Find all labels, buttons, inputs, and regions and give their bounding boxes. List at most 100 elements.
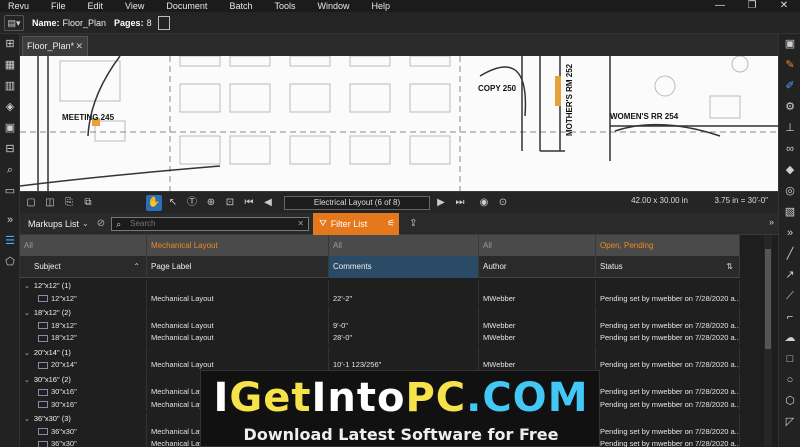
polylength-tool-icon[interactable]: ⌐: [779, 307, 800, 328]
clear-search-icon[interactable]: ✕: [297, 218, 304, 230]
bookmarks-icon[interactable]: ▦: [0, 55, 20, 76]
photo-icon[interactable]: ▧: [779, 202, 800, 223]
menu-tools[interactable]: Tools: [274, 1, 295, 11]
drawing-canvas[interactable]: MEETING 245 COPY 250 MOTHER'S RM 252 WOM…: [20, 56, 778, 191]
ellipse-tool-icon[interactable]: ○: [779, 370, 800, 391]
split-view-icon[interactable]: ◫: [42, 195, 58, 211]
first-page-icon[interactable]: ⏮: [241, 195, 257, 211]
select-tool-icon[interactable]: ↖: [165, 195, 181, 211]
expand-left-icon[interactable]: »: [0, 210, 20, 231]
menu-view[interactable]: View: [125, 1, 144, 11]
studio-icon[interactable]: ◎: [779, 181, 800, 202]
filter-page-label[interactable]: Mechanical Layout: [147, 235, 329, 256]
thumbnails-icon[interactable]: ⊞: [0, 34, 20, 55]
tool-chest-icon[interactable]: ▣: [0, 118, 20, 139]
expand-right-icon[interactable]: »: [779, 223, 800, 244]
highlighter-icon[interactable]: ✐: [779, 76, 800, 97]
pan-tool-icon[interactable]: ✋: [146, 194, 162, 211]
toolbox-icon[interactable]: ⊟: [0, 139, 20, 160]
page-scale[interactable]: 3.75 in = 30'-0": [714, 196, 768, 205]
filter-status[interactable]: Open, Pending: [596, 235, 740, 256]
page-icon[interactable]: [157, 15, 170, 30]
settings-icon[interactable]: ⚙: [779, 97, 800, 118]
chevron-down-icon[interactable]: ⌄: [82, 219, 89, 228]
callout-tool-icon[interactable]: ◸: [779, 412, 800, 433]
markups-list-title[interactable]: Markups List: [28, 219, 79, 229]
group-row[interactable]: ⌄ 20"x14" (1): [20, 346, 740, 359]
expand-chevron-icon[interactable]: ⌄: [24, 377, 30, 384]
column-author[interactable]: Author: [479, 256, 596, 278]
menu-edit[interactable]: Edit: [88, 1, 104, 11]
menu-help[interactable]: Help: [371, 1, 390, 11]
measure-icon[interactable]: ⊥: [779, 118, 800, 139]
list-view-icon[interactable]: ☰: [0, 231, 20, 252]
page-selector[interactable]: Electrical Layout (6 of 8): [284, 195, 430, 210]
sort-asc-icon[interactable]: ⌃: [133, 256, 140, 278]
table-row[interactable]: 18"x12" Mechanical Layout 9'-0" MWebber Pend…: [20, 319, 740, 332]
zoom-options-icon[interactable]: ⊡: [222, 195, 238, 211]
single-page-icon[interactable]: ▢: [23, 195, 39, 211]
files-icon[interactable]: ▥: [0, 76, 20, 97]
previous-page-icon[interactable]: ◀: [260, 195, 276, 211]
previous-view-icon[interactable]: ◉: [476, 195, 492, 211]
filter-subject[interactable]: All: [20, 235, 147, 256]
tab-floor-plan[interactable]: Floor_Plan* ✕: [22, 36, 88, 56]
line-tool-icon[interactable]: ╱: [779, 244, 800, 265]
properties-panel-icon[interactable]: ▣: [779, 34, 800, 55]
compare-icon[interactable]: ⎘: [61, 195, 77, 211]
collapse-panel-icon[interactable]: »: [769, 217, 774, 227]
menu-batch[interactable]: Batch: [229, 1, 252, 11]
filter-author[interactable]: All: [479, 235, 596, 256]
pen-icon[interactable]: ✎: [779, 55, 800, 76]
length-markup-icon: [38, 388, 48, 396]
menu-revu[interactable]: Revu: [8, 1, 29, 11]
properties-icon[interactable]: ▭: [0, 181, 20, 202]
restore-button[interactable]: ❐: [736, 0, 768, 12]
close-window-button[interactable]: ✕: [768, 0, 800, 12]
column-subject[interactable]: Subject ⌃: [20, 256, 147, 278]
sync-icon[interactable]: ⧉: [80, 195, 96, 211]
vertical-scrollbar[interactable]: [764, 235, 772, 447]
group-row[interactable]: ⌄ 12"x12" (1): [20, 280, 740, 293]
layers-right-icon[interactable]: ◆: [779, 160, 800, 181]
menu-document[interactable]: Document: [166, 1, 207, 11]
minimize-button[interactable]: —: [704, 0, 736, 12]
cell-page-label: Mechanical Layout: [147, 319, 329, 332]
last-page-icon[interactable]: ⏭: [452, 195, 468, 211]
expand-chevron-icon[interactable]: ⌄: [24, 283, 30, 290]
export-icon[interactable]: ⇪: [409, 218, 417, 229]
text-select-icon[interactable]: Ⓣ: [184, 195, 200, 211]
hide-markups-icon[interactable]: ⊘: [97, 218, 105, 229]
column-status[interactable]: Status ⇅: [596, 256, 740, 278]
cloud-tool-icon[interactable]: ☁: [779, 328, 800, 349]
zoom-icon[interactable]: ⊕: [203, 195, 219, 211]
filter-comments[interactable]: All: [329, 235, 479, 256]
next-page-icon[interactable]: ▶: [433, 195, 449, 211]
rectangle-tool-icon[interactable]: □: [779, 349, 800, 370]
expand-chevron-icon[interactable]: ⌄: [24, 416, 30, 423]
scrollbar-thumb[interactable]: [765, 249, 771, 349]
polyline-tool-icon[interactable]: ⟋: [779, 286, 800, 307]
expand-chevron-icon[interactable]: ⌄: [24, 310, 30, 317]
table-row[interactable]: 18"x12" Mechanical Layout 28'-0" MWebber Pen…: [20, 332, 740, 345]
polygon-tool-icon[interactable]: ⬡: [779, 391, 800, 412]
column-comments[interactable]: Comments: [329, 256, 479, 278]
column-page-label[interactable]: Page Label: [147, 256, 329, 278]
group-row[interactable]: ⌄ 18"x12" (2): [20, 307, 740, 320]
search-panel-icon[interactable]: ⌕: [0, 160, 20, 181]
layers-icon[interactable]: ◈: [0, 97, 20, 118]
menu-file[interactable]: File: [51, 1, 66, 11]
document-menu-icon[interactable]: ▤▾: [4, 14, 24, 31]
link-icon[interactable]: ∞: [779, 139, 800, 160]
tag-icon[interactable]: ⬠: [0, 252, 20, 273]
table-row[interactable]: 12"x12" Mechanical Layout 22'-2" MWebber Pen…: [20, 292, 740, 305]
filter-list-button[interactable]: ⛛ Filter List ⚟: [313, 212, 400, 235]
filter-options-icon[interactable]: ⚟: [387, 218, 395, 229]
search-input[interactable]: [130, 218, 291, 229]
column-settings-icon[interactable]: ⇅: [726, 256, 733, 278]
next-view-icon[interactable]: ⊙: [495, 195, 511, 211]
expand-chevron-icon[interactable]: ⌄: [24, 350, 30, 357]
close-tab-icon[interactable]: ✕: [75, 37, 83, 55]
arrow-tool-icon[interactable]: ↗: [779, 265, 800, 286]
menu-window[interactable]: Window: [317, 1, 349, 11]
